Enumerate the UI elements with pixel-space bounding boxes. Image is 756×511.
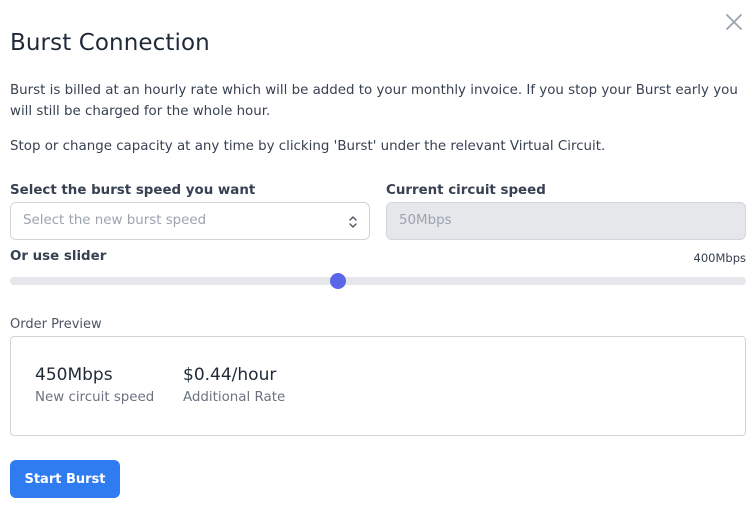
- burst-speed-placeholder: Select the new burst speed: [23, 213, 207, 228]
- order-preview-panel: 450Mbps New circuit speed $0.44/hour Add…: [10, 336, 746, 436]
- capacity-description: Stop or change capacity at any time by c…: [10, 139, 606, 154]
- additional-rate-value: $0.44/hour: [183, 365, 277, 385]
- order-preview-label: Order Preview: [10, 317, 102, 332]
- additional-rate-caption: Additional Rate: [183, 390, 286, 405]
- current-speed-label: Current circuit speed: [386, 183, 546, 198]
- modal-title: Burst Connection: [10, 30, 210, 56]
- new-speed-value: 450Mbps: [35, 365, 113, 385]
- current-speed-value: 50Mbps: [399, 213, 452, 228]
- new-speed-caption: New circuit speed: [35, 390, 155, 405]
- burst-speed-select[interactable]: Select the new burst speed: [10, 202, 370, 240]
- speed-slider[interactable]: [10, 273, 746, 289]
- close-button[interactable]: [725, 13, 743, 31]
- chevron-up-down-icon: [349, 216, 357, 228]
- burst-speed-label: Select the burst speed you want: [10, 183, 256, 198]
- slider-max-label: 400Mbps: [693, 251, 746, 265]
- new-speed-stat: 450Mbps New circuit speed: [35, 364, 154, 405]
- slider-thumb[interactable]: [330, 273, 347, 289]
- current-speed-field: 50Mbps: [386, 202, 746, 240]
- close-icon: [726, 14, 742, 30]
- additional-rate-stat: $0.44/hour Additional Rate: [183, 364, 285, 405]
- start-burst-button[interactable]: Start Burst: [10, 460, 120, 498]
- billing-description: Burst is billed at an hourly rate which …: [10, 83, 738, 119]
- slider-label: Or use slider: [10, 249, 107, 264]
- burst-connection-modal: Burst Connection Burst is billed at an h…: [0, 0, 756, 511]
